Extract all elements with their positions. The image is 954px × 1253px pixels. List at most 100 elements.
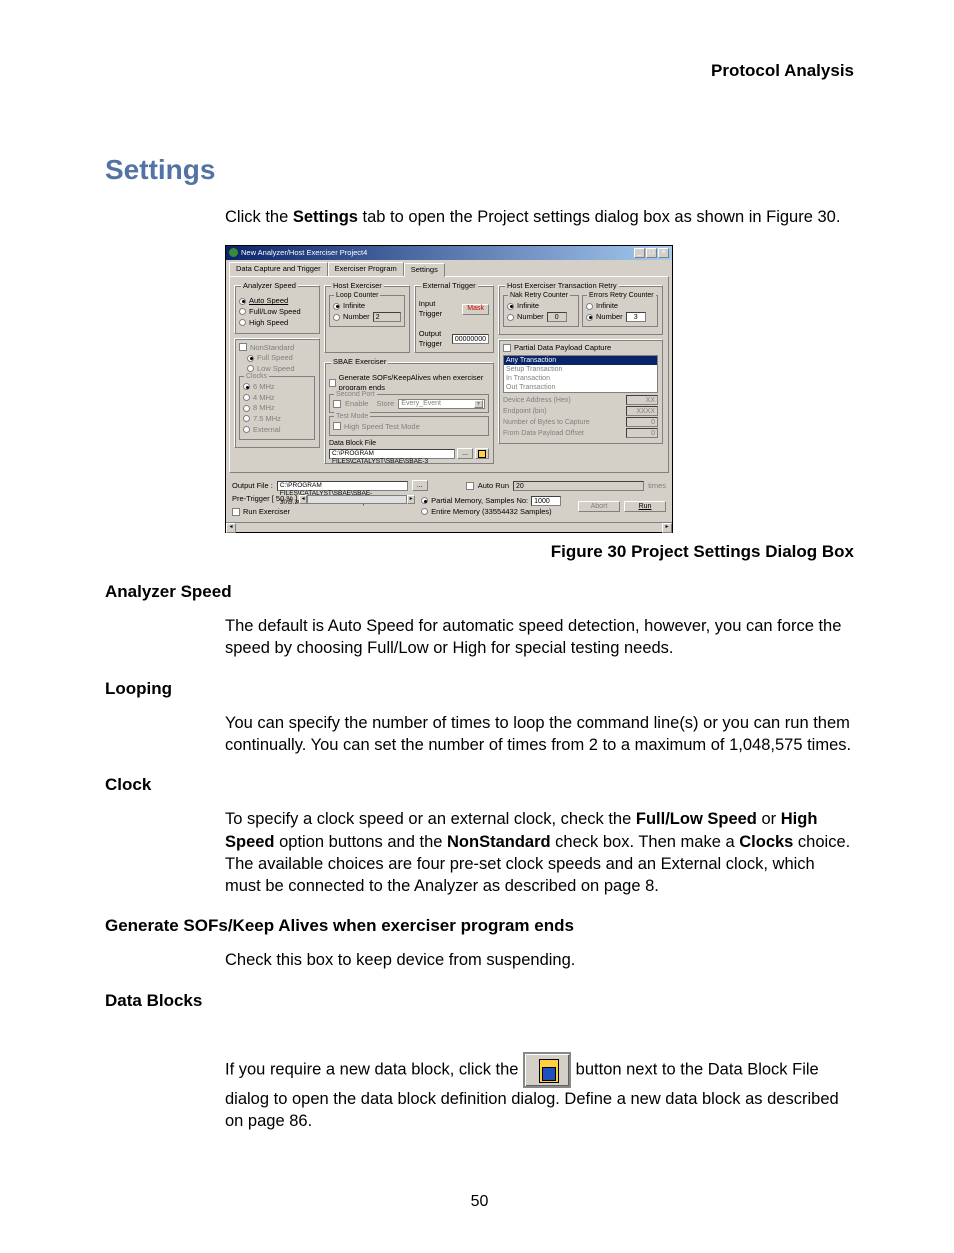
radio-full-speed[interactable]	[247, 355, 254, 362]
clock2-label: 4 MHz	[253, 393, 275, 403]
clock-t6: NonStandard	[447, 833, 551, 851]
minimize-button[interactable]: _	[634, 248, 645, 258]
enable-label: Enable	[345, 399, 368, 409]
list-item-in[interactable]: In Transaction	[504, 374, 657, 383]
nonstandard-checkbox[interactable]	[239, 343, 247, 351]
host-exerciser-group: Host Exerciser Loop Counter Infinite Num…	[324, 281, 410, 354]
analyzer-speed-body: The default is Auto Speed for automatic …	[225, 615, 854, 660]
radio-clock-8[interactable]	[243, 405, 250, 412]
output-trigger-input[interactable]: 00000000	[452, 334, 489, 344]
data-block-file-icon	[523, 1052, 571, 1088]
auto-run-checkbox[interactable]	[466, 482, 474, 490]
pretrigger-label: Pre-Trigger [ 50 % ]	[232, 494, 297, 504]
enable-checkbox[interactable]	[333, 400, 341, 408]
clock-t7: check box. Then make a	[551, 833, 740, 851]
data-block-browse-button[interactable]: ...	[457, 448, 473, 459]
data-block-label: Data Block File	[329, 439, 489, 448]
radio-clock-75[interactable]	[243, 415, 250, 422]
radio-loop-infinite[interactable]	[333, 303, 340, 310]
partial-mem-input[interactable]: 1000	[531, 496, 561, 506]
clock4-label: 7.5 MHz	[253, 414, 281, 424]
intro-2: tab to open the Project settings dialog …	[358, 208, 840, 226]
entire-mem-label: Entire Memory (33554432 Samples)	[431, 507, 551, 517]
scroll-left-icon[interactable]: ◂	[226, 523, 236, 533]
intro-bold: Settings	[293, 208, 358, 226]
radio-nak-number[interactable]	[507, 314, 514, 321]
close-button[interactable]: ×	[658, 248, 669, 258]
hs-test-checkbox[interactable]	[333, 422, 341, 430]
nak-infinite-label: Infinite	[517, 301, 539, 311]
radio-clock-4[interactable]	[243, 394, 250, 401]
nak-number-label: Number	[517, 312, 544, 322]
data-block-file-button[interactable]	[475, 448, 489, 459]
dialog-title: New Analyzer/Host Exerciser Project4	[241, 248, 367, 258]
errors-legend: Errors Retry Counter	[587, 291, 656, 300]
retry-legend: Host Exerciser Transaction Retry	[505, 281, 619, 291]
clock-t8: Clocks	[739, 833, 793, 851]
scroll-right-icon[interactable]: ▸	[662, 523, 672, 533]
loop-number-input[interactable]: 2	[373, 312, 401, 322]
dev-addr-input[interactable]: XX	[626, 395, 658, 405]
pretrigger-slider[interactable]: ◂▸	[299, 495, 415, 504]
endpoint-input[interactable]: XXXX	[626, 406, 658, 416]
tab-exerciser-program[interactable]: Exerciser Program	[328, 262, 404, 276]
radio-fulllow-speed[interactable]	[239, 308, 246, 315]
tab-data-capture[interactable]: Data Capture and Trigger	[229, 262, 328, 276]
retry-group: Host Exerciser Transaction Retry Nak Ret…	[498, 281, 663, 336]
clock1-label: 6 MHz	[253, 382, 275, 392]
bytes-input[interactable]: 0	[626, 417, 658, 427]
intro-paragraph: Click the Settings tab to open the Proje…	[225, 206, 854, 228]
list-item-any[interactable]: Any Transaction	[504, 356, 657, 365]
settings-panel: Analyzer Speed Auto Speed Full/Low Speed…	[229, 276, 669, 474]
loop-infinite-label: Infinite	[343, 301, 365, 311]
radio-clock-6[interactable]	[243, 383, 250, 390]
radio-entire-memory[interactable]	[421, 508, 428, 515]
radio-partial-memory[interactable]	[421, 497, 428, 504]
output-browse-button[interactable]: ...	[412, 480, 428, 491]
page-header: Protocol Analysis	[105, 60, 854, 82]
err-number-input[interactable]: 3	[626, 312, 646, 322]
maximize-button[interactable]: □	[646, 248, 657, 258]
run-button[interactable]: Run	[624, 501, 666, 512]
input-trigger-label: Input Trigger	[419, 299, 460, 319]
settings-dialog: New Analyzer/Host Exerciser Project4 _ □…	[225, 245, 673, 533]
clock5-label: External	[253, 425, 281, 435]
looping-body: You can specify the number of times to l…	[225, 712, 854, 757]
nak-number-input[interactable]: 0	[547, 312, 567, 322]
horizontal-scrollbar[interactable]: ◂ ▸	[226, 522, 672, 532]
analyzer-speed-group: Analyzer Speed Auto Speed Full/Low Speed…	[234, 281, 320, 334]
tab-settings[interactable]: Settings	[404, 263, 445, 277]
gen-sof-body: Check this box to keep device from suspe…	[225, 949, 854, 971]
dialog-titlebar: New Analyzer/Host Exerciser Project4 _ □…	[226, 246, 672, 260]
host-exerciser-legend: Host Exerciser	[331, 281, 384, 291]
data-block-path-input[interactable]: C:\PROGRAM FILES\CATALYST\SBAE\SBAE-3	[329, 449, 455, 459]
times-label: times	[648, 481, 666, 491]
file-icon	[478, 450, 486, 458]
list-item-out[interactable]: Out Transaction	[504, 383, 657, 392]
hs-test-label: High Speed Test Mode	[344, 422, 420, 432]
page-number: 50	[105, 1192, 854, 1213]
radio-err-number[interactable]	[586, 314, 593, 321]
output-file-input[interactable]: C:\PROGRAM FILES\CATALYST\SBAE\SBAE-30\5…	[277, 481, 408, 491]
auto-run-input[interactable]: 20	[513, 481, 644, 491]
radio-loop-number[interactable]	[333, 314, 340, 321]
radio-auto-speed[interactable]	[239, 298, 246, 305]
radio-high-speed[interactable]	[239, 319, 246, 326]
gen-sof-checkbox[interactable]	[329, 379, 336, 387]
list-item-setup[interactable]: Setup Transaction	[504, 365, 657, 374]
store-dropdown[interactable]: Every_Event ▾	[398, 399, 485, 409]
high-label: High Speed	[249, 318, 288, 328]
transaction-listbox[interactable]: Any Transaction Setup Transaction In Tra…	[503, 355, 658, 393]
clock-t3: or	[757, 810, 781, 828]
partial-capture-label: Partial Data Payload Capture	[514, 343, 611, 353]
err-infinite-label: Infinite	[596, 301, 618, 311]
run-exerciser-checkbox[interactable]	[232, 508, 240, 516]
partial-capture-checkbox[interactable]	[503, 344, 511, 352]
data-blocks-heading: Data Blocks	[105, 990, 854, 1012]
radio-nak-infinite[interactable]	[507, 303, 514, 310]
radio-err-infinite[interactable]	[586, 303, 593, 310]
abort-button[interactable]: Abort	[578, 501, 620, 512]
offset-input[interactable]: 0	[626, 428, 658, 438]
radio-clock-ext[interactable]	[243, 426, 250, 433]
mask-button[interactable]: Mask	[462, 304, 489, 315]
